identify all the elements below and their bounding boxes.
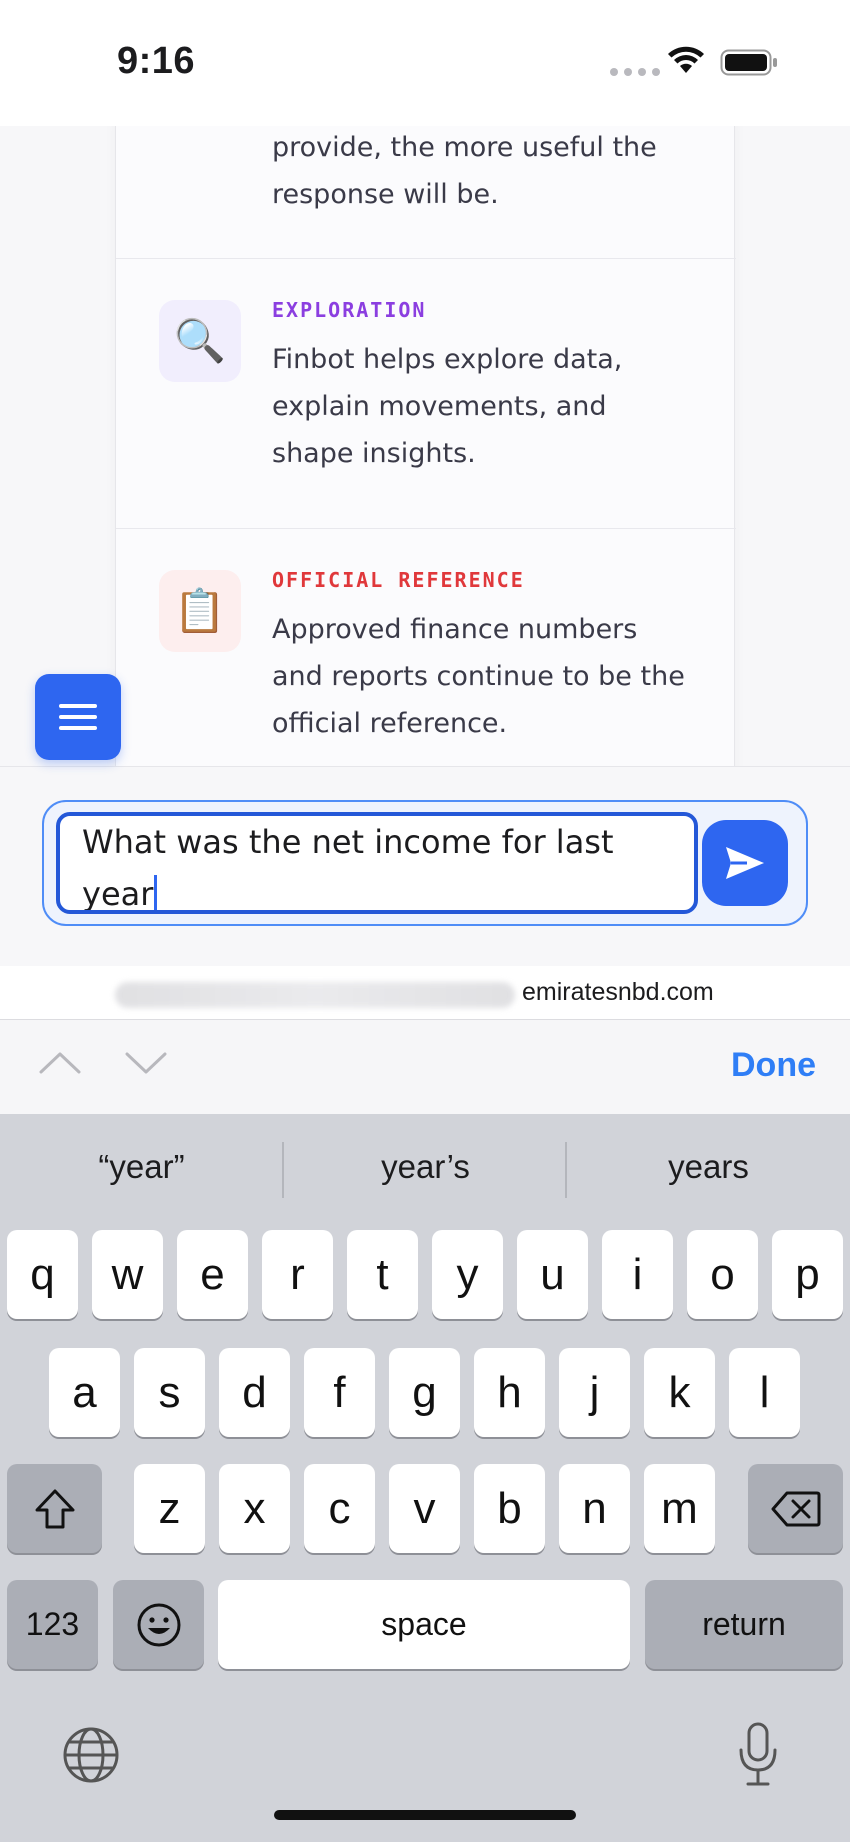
key-q[interactable]: q — [7, 1230, 78, 1319]
key-n[interactable]: n — [559, 1464, 630, 1553]
feature-text-official-reference: Approved finance numbers and reports con… — [272, 614, 685, 739]
key-p[interactable]: p — [772, 1230, 843, 1319]
numbers-key[interactable]: 123 — [7, 1580, 98, 1669]
key-u[interactable]: u — [517, 1230, 588, 1319]
suggestion-2[interactable]: year’s — [284, 1148, 567, 1186]
chat-input-text: What was the net income for last year — [82, 823, 614, 913]
emoji-key[interactable] — [113, 1580, 204, 1669]
chevron-down-icon[interactable] — [124, 1048, 168, 1078]
key-d[interactable]: d — [219, 1348, 290, 1437]
composer: What was the net income for last year — [42, 800, 808, 926]
battery-icon — [720, 49, 777, 76]
key-s[interactable]: s — [134, 1348, 205, 1437]
menu-button[interactable] — [35, 674, 121, 760]
delete-key[interactable] — [748, 1464, 843, 1553]
feature-label-official-reference: OFFICIAL REFERENCE — [272, 568, 525, 592]
key-i[interactable]: i — [602, 1230, 673, 1319]
send-icon — [726, 847, 764, 879]
hamburger-icon — [59, 704, 97, 730]
suggestion-bar: “year” year’s years — [0, 1114, 850, 1226]
key-m[interactable]: m — [644, 1464, 715, 1553]
feature-label-exploration: EXPLORATION — [272, 298, 427, 322]
composer-area: What was the net income for last year — [0, 766, 850, 966]
browser-url-bar[interactable]: emiratesnbd.com — [0, 966, 850, 1020]
home-indicator — [274, 1810, 576, 1820]
keyboard-accessory-bar: Done — [0, 1020, 850, 1114]
shift-icon — [35, 1489, 74, 1528]
key-t[interactable]: t — [347, 1230, 418, 1319]
status-time: 9:16 — [117, 40, 196, 82]
send-button[interactable] — [702, 820, 788, 906]
url-domain: emiratesnbd.com — [522, 978, 714, 1006]
key-c[interactable]: c — [304, 1464, 375, 1553]
text-caret — [154, 875, 158, 910]
key-f[interactable]: f — [304, 1348, 375, 1437]
status-bar: 9:16 — [0, 0, 850, 126]
cellular-signal-icon — [610, 68, 660, 76]
intro-text: provide, the more useful the response wi… — [272, 132, 657, 210]
keyboard: “year” year’s years q w e r t y u i o p … — [0, 1114, 850, 1842]
key-e[interactable]: e — [177, 1230, 248, 1319]
chat-content[interactable]: provide, the more useful the response wi… — [0, 126, 850, 766]
key-j[interactable]: j — [559, 1348, 630, 1437]
emoji-icon — [137, 1603, 180, 1646]
key-a[interactable]: a — [49, 1348, 120, 1437]
divider — [116, 528, 736, 529]
suggestion-3[interactable]: years — [567, 1148, 850, 1186]
backspace-icon — [771, 1491, 820, 1526]
key-k[interactable]: k — [644, 1348, 715, 1437]
key-v[interactable]: v — [389, 1464, 460, 1553]
key-o[interactable]: o — [687, 1230, 758, 1319]
chevron-up-icon[interactable] — [38, 1048, 82, 1078]
key-w[interactable]: w — [92, 1230, 163, 1319]
globe-icon[interactable] — [62, 1726, 120, 1784]
feature-text-exploration: Finbot helps explore data, explain movem… — [272, 344, 623, 469]
magnifying-glass-icon: 🔍 — [159, 300, 241, 382]
key-r[interactable]: r — [262, 1230, 333, 1319]
done-button[interactable]: Done — [731, 1046, 816, 1085]
microphone-icon[interactable] — [736, 1722, 780, 1788]
key-z[interactable]: z — [134, 1464, 205, 1553]
return-key[interactable]: return — [645, 1580, 843, 1669]
space-key[interactable]: space — [218, 1580, 630, 1669]
welcome-card: provide, the more useful the response wi… — [115, 126, 736, 766]
divider — [116, 258, 736, 259]
suggestion-1[interactable]: “year” — [0, 1148, 283, 1186]
key-l[interactable]: l — [729, 1348, 800, 1437]
url-path-blurred — [115, 982, 515, 1008]
shift-key[interactable] — [7, 1464, 102, 1553]
key-x[interactable]: x — [219, 1464, 290, 1553]
chat-input[interactable]: What was the net income for last year — [56, 812, 698, 914]
key-y[interactable]: y — [432, 1230, 503, 1319]
clipboard-icon: 📋 — [159, 570, 241, 652]
key-h[interactable]: h — [474, 1348, 545, 1437]
key-b[interactable]: b — [474, 1464, 545, 1553]
key-g[interactable]: g — [389, 1348, 460, 1437]
wifi-icon — [668, 46, 704, 73]
